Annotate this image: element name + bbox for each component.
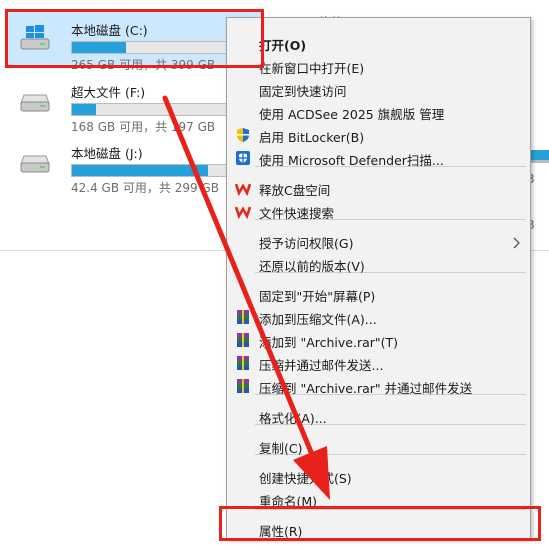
drive-usage-bar bbox=[71, 164, 231, 177]
context-menu: 打开(O) 在新窗口中打开(E) 固定到快速访问使用 ACDSee 2025 旗舰版… bbox=[226, 17, 531, 539]
annotation-box-properties bbox=[219, 506, 541, 541]
menu-item-label: 在新窗口中打开(E) bbox=[259, 61, 365, 76]
drive-free-space: 42.4 GB 可用，共 299 GB bbox=[71, 181, 219, 195]
menu-item-acdsee-manage[interactable]: 使用 ACDSee 2025 旗舰版 管理 bbox=[227, 100, 530, 123]
menu-item-pin-start[interactable]: 固定到"开始"屏幕(P) bbox=[227, 282, 530, 305]
menu-item-format[interactable]: 格式化(A)... bbox=[227, 404, 530, 427]
menu-item-label: 格式化(A)... bbox=[259, 411, 327, 426]
menu-item-defender-scan[interactable]: 使用 Microsoft Defender扫描... bbox=[227, 146, 530, 169]
drive-f[interactable]: 超大文件 (F:) 168 GB 可用，共 197 GB bbox=[6, 72, 231, 134]
menu-item-free-c-space[interactable]: 释放C盘空间 bbox=[227, 176, 530, 199]
menu-item-label: 还原以前的版本(V) bbox=[259, 259, 365, 274]
menu-item-label: 文件快速搜索 bbox=[259, 206, 335, 221]
menu-item-open-new-window[interactable]: 在新窗口中打开(E) bbox=[227, 54, 530, 77]
menu-item-open[interactable]: 打开(O) bbox=[227, 31, 530, 54]
menu-item-label: 压缩到 "Archive.rar" 并通过邮件发送 bbox=[259, 381, 473, 396]
menu-item-compress-rar-and-email[interactable]: 压缩到 "Archive.rar" 并通过邮件发送 bbox=[227, 374, 530, 397]
annotation-box-drive bbox=[5, 9, 264, 68]
menu-item-create-shortcut[interactable]: 创建快捷方式(S) bbox=[227, 464, 530, 487]
menu-item-restore-previous-versions[interactable]: 还原以前的版本(V) bbox=[227, 252, 530, 275]
drive-name: 本地磁盘 (J:) bbox=[71, 146, 143, 161]
wps-icon bbox=[234, 203, 252, 220]
drive-icon bbox=[20, 155, 50, 173]
menu-item-file-quick-search[interactable]: 文件快速搜索 bbox=[227, 199, 530, 222]
shield-icon bbox=[235, 127, 251, 143]
menu-item-label: 打开(O) bbox=[259, 38, 307, 53]
menu-item-label: 复制(C) bbox=[259, 441, 303, 456]
drive-name: 超大文件 (F:) bbox=[71, 85, 146, 100]
wps-icon bbox=[234, 180, 252, 197]
menu-item-label: 添加到压缩文件(A)... bbox=[259, 312, 377, 327]
menu-item-label: 添加到 "Archive.rar"(T) bbox=[259, 335, 399, 350]
drive-j[interactable]: 本地磁盘 (J:) 42.4 GB 可用，共 299 GB bbox=[6, 133, 231, 195]
drive-usage-bar bbox=[71, 103, 231, 116]
menu-item-label: 释放C盘空间 bbox=[259, 183, 331, 198]
winrar-icon bbox=[235, 332, 251, 348]
menu-item-compress-and-email[interactable]: 压缩并通过邮件发送... bbox=[227, 351, 530, 374]
winrar-icon bbox=[235, 309, 251, 325]
menu-item-label: 使用 Microsoft Defender扫描... bbox=[259, 153, 444, 168]
drive-icon bbox=[20, 94, 50, 112]
menu-item-label: 压缩并通过邮件发送... bbox=[259, 358, 384, 373]
menu-item-label: 授予访问权限(G) bbox=[259, 236, 354, 251]
menu-item-label: 固定到快速访问 bbox=[259, 84, 347, 99]
menu-item-copy[interactable]: 复制(C) bbox=[227, 434, 530, 457]
menu-item-add-to-archive[interactable]: 添加到压缩文件(A)... bbox=[227, 305, 530, 328]
menu-item-grant-access[interactable]: 授予访问权限(G) bbox=[227, 229, 530, 252]
defender-icon bbox=[235, 150, 251, 166]
winrar-icon bbox=[235, 378, 251, 394]
winrar-icon bbox=[235, 355, 251, 371]
chevron-right-icon bbox=[510, 234, 522, 249]
menu-item-pin-quick-access[interactable]: 固定到快速访问 bbox=[227, 77, 530, 100]
menu-item-bitlocker[interactable]: 启用 BitLocker(B) bbox=[227, 123, 530, 146]
menu-item-label: 使用 ACDSee 2025 旗舰版 管理 bbox=[259, 107, 445, 122]
menu-item-label: 固定到"开始"屏幕(P) bbox=[259, 289, 376, 304]
menu-item-add-to-archive-rar[interactable]: 添加到 "Archive.rar"(T) bbox=[227, 328, 530, 351]
menu-item-label: 启用 BitLocker(B) bbox=[259, 130, 365, 145]
menu-item-label: 创建快捷方式(S) bbox=[259, 471, 352, 486]
